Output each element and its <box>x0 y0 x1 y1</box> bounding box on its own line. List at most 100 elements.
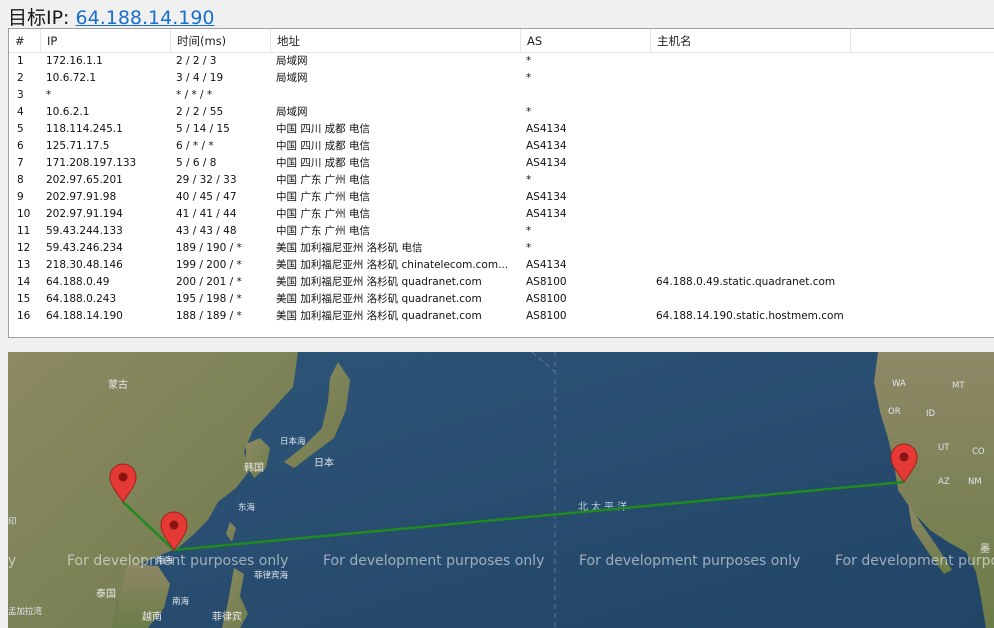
cell-hop: 12 <box>17 242 31 254</box>
cell-as: * <box>526 174 532 186</box>
cell-address <box>276 87 516 104</box>
table-row[interactable]: 16 64.188.14.190 188 / 189 / * 美国 加利福尼亚州 洛杉… <box>9 308 994 325</box>
map-canvas[interactable]: 蒙古 韩国 日本 日本海 东海 南海 南海 泰国 越南 菲律宾 菲律宾海 印 孟… <box>8 352 994 628</box>
cell-as: AS8100 <box>526 310 567 322</box>
cell-time: 43 / 43 / 48 <box>176 225 237 237</box>
table-row[interactable]: 1 172.16.1.1 2 / 2 / 3 局域网 * <box>9 53 994 70</box>
table-row[interactable]: 11 59.43.244.133 43 / 43 / 48 中国 广东 广州 电信 * <box>9 223 994 240</box>
cell-address: 局域网 <box>276 55 308 67</box>
table-row[interactable]: 15 64.188.0.243 195 / 198 / * 美国 加利福尼亚州 洛杉矶… <box>9 291 994 308</box>
cell-ip: * <box>46 89 52 101</box>
cell-as: * <box>526 72 532 84</box>
table-row[interactable]: 6 125.71.17.5 6 / * / * 中国 四川 成都 电信 AS4134 <box>9 138 994 155</box>
cell-time: 189 / 190 / * <box>176 242 242 254</box>
cell-time: 5 / 14 / 15 <box>176 123 230 135</box>
cell-hop: 3 <box>17 89 24 101</box>
cell-as: AS4134 <box>526 123 567 135</box>
watermark-partial-right: For development purpos <box>835 553 994 569</box>
col-hostname[interactable]: 主机名 <box>651 29 851 52</box>
cell-hop: 4 <box>17 106 24 118</box>
label-east-sea: 东海 <box>238 502 256 513</box>
cell-ip: 10.6.2.1 <box>46 106 90 118</box>
cell-ip: 172.16.1.1 <box>46 55 103 67</box>
cell-as: * <box>526 242 532 254</box>
label-philippines: 菲律宾 <box>212 610 242 623</box>
cell-hop: 2 <box>17 72 24 84</box>
cell-as: AS4134 <box>526 191 567 203</box>
table-row[interactable]: 7 171.208.197.133 5 / 6 / 8 中国 四川 成都 电信 AS41… <box>9 155 994 172</box>
table-row[interactable]: 4 10.6.2.1 2 / 2 / 55 局域网 * <box>9 104 994 121</box>
cell-as: AS4134 <box>526 140 567 152</box>
traceroute-table: # IP 时间(ms) 地址 AS 主机名 1 172.16.1.1 2 / 2 /… <box>8 28 994 338</box>
cell-address: 美国 加利福尼亚州 洛杉矶 电信 <box>276 242 423 254</box>
table-row[interactable]: 12 59.43.246.234 189 / 190 / * 美国 加利福尼亚州 洛杉… <box>9 240 994 257</box>
cell-as: * <box>526 225 532 237</box>
table-row[interactable]: 14 64.188.0.49 200 / 201 / * 美国 加利福尼亚州 洛杉矶 … <box>9 274 994 291</box>
cell-hostname <box>656 223 896 240</box>
label-state-mt: MT <box>952 381 965 391</box>
cell-time: 2 / 2 / 3 <box>176 55 217 67</box>
label-thailand: 泰国 <box>96 587 116 600</box>
cell-time: 200 / 201 / * <box>176 276 242 288</box>
label-state-co: CO <box>972 447 985 457</box>
cell-hostname <box>656 172 896 189</box>
cell-as: * <box>526 106 532 118</box>
table-row[interactable]: 13 218.30.48.146 199 / 200 / * 美国 加利福尼亚州 洛杉… <box>9 257 994 274</box>
col-address[interactable]: 地址 <box>271 29 521 52</box>
table-row[interactable]: 9 202.97.91.98 40 / 45 / 47 中国 广东 广州 电信 AS41… <box>9 189 994 206</box>
cell-time: 40 / 45 / 47 <box>176 191 237 203</box>
cell-address: 局域网 <box>276 106 308 118</box>
cell-hostname <box>656 240 896 257</box>
cell-as <box>526 87 651 104</box>
table-row[interactable]: 8 202.97.65.201 29 / 32 / 33 中国 广东 广州 电信 * <box>9 172 994 189</box>
cell-ip: 202.97.91.98 <box>46 191 117 203</box>
label-sea-of-japan: 日本海 <box>280 436 306 447</box>
table-row[interactable]: 2 10.6.72.1 3 / 4 / 19 局域网 * <box>9 70 994 87</box>
cell-hop: 7 <box>17 157 24 169</box>
label-south-sea: 南海 <box>172 596 190 607</box>
cell-hop: 9 <box>17 191 24 203</box>
col-hop[interactable]: # <box>9 29 41 52</box>
target-ip-link[interactable]: 64.188.14.190 <box>76 7 215 29</box>
table-header: # IP 时间(ms) 地址 AS 主机名 <box>9 29 994 53</box>
cell-time: 3 / 4 / 19 <box>176 72 224 84</box>
cell-time: * / * / * <box>176 89 213 101</box>
cell-hostname <box>656 70 896 87</box>
cell-ip: 202.97.91.194 <box>46 208 123 220</box>
cell-hostname: 64.188.14.190.static.hostmem.com <box>656 310 844 322</box>
cell-as: AS4134 <box>526 157 567 169</box>
cell-ip: 59.43.246.234 <box>46 242 123 254</box>
cell-hostname <box>656 87 896 104</box>
table-row[interactable]: 3 * * / * / * <box>9 87 994 104</box>
cell-hostname <box>656 155 896 172</box>
table-row[interactable]: 10 202.97.91.194 41 / 41 / 44 中国 广东 广州 电信 AS… <box>9 206 994 223</box>
cell-hop: 16 <box>17 310 31 322</box>
cell-time: 2 / 2 / 55 <box>176 106 224 118</box>
route-map[interactable]: 蒙古 韩国 日本 日本海 东海 南海 南海 泰国 越南 菲律宾 菲律宾海 印 孟… <box>8 352 994 628</box>
cell-hop: 6 <box>17 140 24 152</box>
label-mongolia: 蒙古 <box>108 378 128 391</box>
table-row[interactable]: 5 118.114.245.1 5 / 14 / 15 中国 四川 成都 电信 AS41… <box>9 121 994 138</box>
cell-address: 中国 四川 成都 电信 <box>276 140 371 152</box>
label-vietnam: 越南 <box>142 610 162 623</box>
cell-time: 188 / 189 / * <box>176 310 242 322</box>
cell-ip: 218.30.48.146 <box>46 259 123 271</box>
cell-time: 29 / 32 / 33 <box>176 174 237 186</box>
col-ip[interactable]: IP <box>41 29 171 52</box>
col-time[interactable]: 时间(ms) <box>171 29 271 52</box>
cell-address: 中国 四川 成都 电信 <box>276 123 371 135</box>
watermark-3: For development purposes only <box>579 553 800 569</box>
col-as[interactable]: AS <box>521 29 651 52</box>
cell-address: 美国 加利福尼亚州 洛杉矶 quadranet.com <box>276 293 482 305</box>
cell-hop: 8 <box>17 174 24 186</box>
cell-as: AS4134 <box>526 208 567 220</box>
cell-ip: 118.114.245.1 <box>46 123 123 135</box>
cell-time: 199 / 200 / * <box>176 259 242 271</box>
cell-hop: 11 <box>17 225 31 237</box>
cell-address: 中国 广东 广州 电信 <box>276 208 371 220</box>
cell-hostname <box>656 257 896 274</box>
cell-hop: 15 <box>17 293 31 305</box>
label-bay-of-bengal-partial: 孟加拉湾 <box>8 606 43 617</box>
cell-hop: 14 <box>17 276 31 288</box>
cell-ip: 171.208.197.133 <box>46 157 137 169</box>
